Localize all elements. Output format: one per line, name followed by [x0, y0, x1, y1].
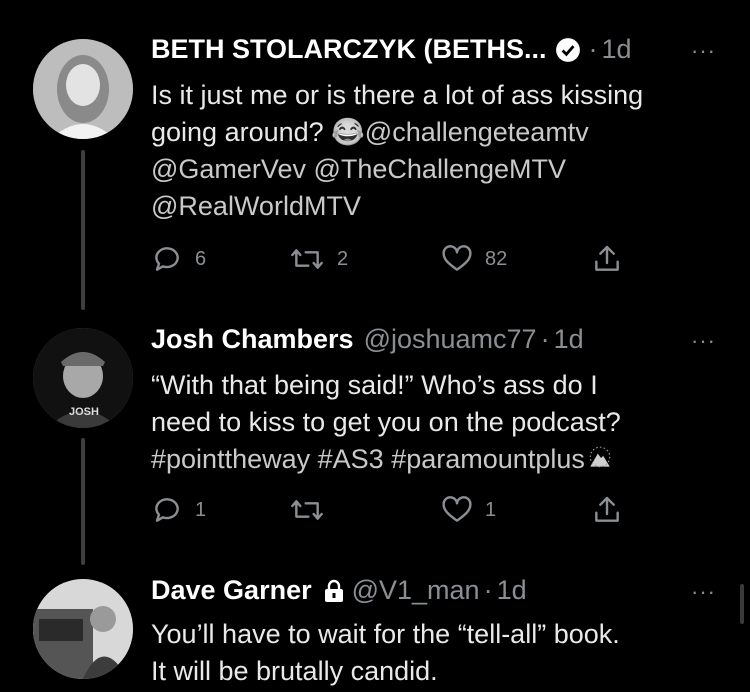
scrollbar[interactable] [740, 584, 744, 624]
share-button[interactable] [591, 243, 623, 275]
retweet-button[interactable] [289, 494, 337, 526]
tweet-actions: 6 2 82 [151, 243, 621, 279]
avatar[interactable] [33, 579, 133, 679]
laughing-emoji: 😂 [331, 117, 365, 147]
separator-dot: · [588, 34, 598, 64]
separator-dot: · [540, 324, 550, 354]
paramount-mountain-icon [589, 446, 611, 468]
verified-badge-icon [555, 37, 580, 62]
hashtag-link[interactable]: #AS3 [318, 444, 384, 474]
thread-line [81, 438, 85, 565]
lock-icon [324, 579, 343, 602]
user-handle[interactable]: @joshuamc77 [364, 324, 537, 355]
display-name[interactable]: Dave Garner [151, 575, 312, 606]
retweet-count: 2 [337, 247, 349, 270]
timestamp[interactable]: 1d [602, 34, 632, 65]
tweet-text: Is it just me or is there a lot of ass k… [151, 80, 644, 221]
more-options-icon[interactable]: ··· [691, 328, 716, 354]
retweet-button[interactable]: 2 [289, 243, 348, 275]
user-handle[interactable]: @V1_man [352, 575, 480, 606]
heart-icon [442, 245, 472, 271]
timestamp[interactable]: 1d [497, 575, 527, 606]
share-icon [595, 496, 619, 522]
reply-count: 1 [195, 498, 207, 521]
tweet-dave[interactable]: Dave Garner @V1_man · 1d ··· You’ll have… [0, 565, 750, 692]
reply-icon [155, 498, 179, 522]
like-button[interactable]: 82 [441, 243, 507, 275]
like-count: 82 [485, 247, 508, 270]
avatar-label: JOSH [69, 406, 99, 418]
reply-button[interactable]: 1 [151, 494, 206, 526]
mention-link[interactable]: @TheChallengeMTV [313, 154, 566, 184]
separator-dot: · [483, 575, 493, 605]
reply-button[interactable]: 6 [151, 243, 206, 275]
retweet-icon [291, 249, 323, 269]
tweet-josh[interactable]: JOSH Josh Chambers @joshuamc77 · 1d ··· … [0, 310, 750, 565]
reply-icon [155, 247, 179, 271]
hashtag-link[interactable]: #pointtheway [151, 444, 310, 474]
tweet-text: “With that being said!” Who’s ass do I n… [151, 370, 621, 474]
display-name[interactable]: Josh Chambers [151, 324, 354, 355]
thread-line [81, 150, 85, 310]
mention-link[interactable]: @RealWorldMTV [151, 191, 361, 221]
avatar[interactable]: JOSH [33, 328, 133, 428]
more-options-icon[interactable]: ··· [691, 38, 716, 64]
hashtag-link[interactable]: #paramountplus [391, 444, 585, 474]
retweet-icon [291, 500, 323, 520]
more-options-icon[interactable]: ··· [691, 579, 716, 605]
mention-link[interactable]: @GamerVev [151, 154, 306, 184]
share-button[interactable] [591, 494, 623, 526]
mention-link[interactable]: @challengeteamtv [365, 117, 589, 147]
timestamp[interactable]: 1d [554, 324, 584, 355]
tweet-actions: 1 1 [151, 494, 621, 530]
share-icon [595, 245, 619, 271]
tweet-beth[interactable]: BETH STOLARCZYK (BETHS... · 1d ··· Is it… [0, 0, 750, 310]
like-count: 1 [485, 498, 497, 521]
reply-count: 6 [195, 247, 207, 270]
tweet-text: You’ll have to wait for the “tell-all” b… [151, 619, 620, 686]
heart-icon [442, 496, 472, 522]
avatar[interactable] [33, 39, 133, 139]
like-button[interactable]: 1 [441, 494, 496, 526]
display-name[interactable]: BETH STOLARCZYK (BETHS... [151, 34, 547, 65]
